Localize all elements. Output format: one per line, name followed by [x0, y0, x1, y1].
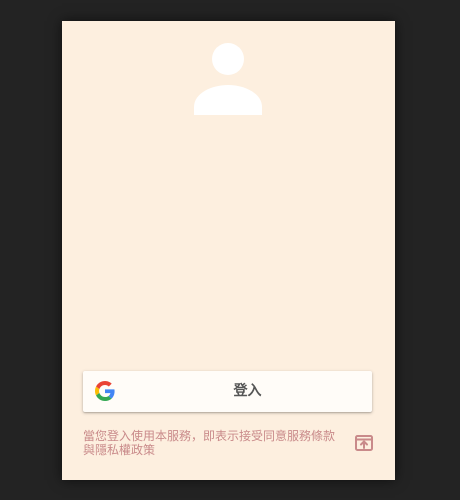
login-card: 登入 當您登入使用本服務，即表示接受同意服務條款與隱私權政策: [62, 21, 395, 480]
terms-notice: 當您登入使用本服務，即表示接受同意服務條款與隱私權政策: [83, 429, 336, 457]
person-icon: [194, 43, 262, 115]
signin-label: 登入: [233, 383, 262, 399]
google-signin-button[interactable]: 登入: [83, 371, 372, 412]
open-in-new-icon[interactable]: [354, 433, 374, 453]
google-g-icon: [95, 381, 115, 401]
